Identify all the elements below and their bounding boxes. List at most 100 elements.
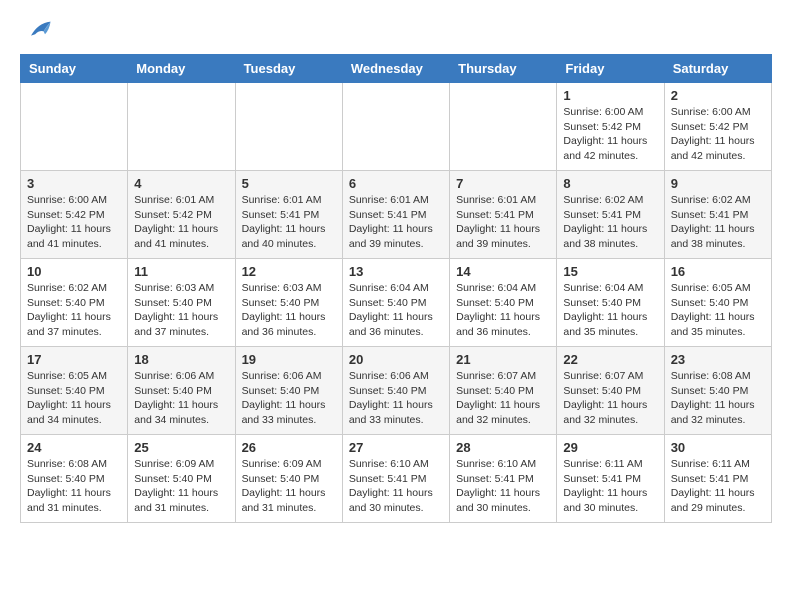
day-number: 21 — [456, 352, 550, 367]
day-of-week-header: Tuesday — [235, 55, 342, 83]
calendar-cell: 28 Sunrise: 6:10 AMSunset: 5:41 PMDayligh… — [450, 435, 557, 523]
day-info: Sunrise: 6:01 AMSunset: 5:41 PMDaylight:… — [456, 193, 550, 252]
calendar-cell: 30Sunrise: 6:11 AMSunset: 5:41 PMDayligh… — [664, 435, 771, 523]
calendar-cell — [21, 83, 128, 171]
day-number: 8 — [563, 176, 657, 191]
calendar-cell: 13Sunrise: 6:04 AMSunset: 5:40 PMDayligh… — [342, 259, 449, 347]
day-of-week-header: Wednesday — [342, 55, 449, 83]
calendar-cell: 19 Sunrise: 6:06 AMSunset: 5:40 PMDayligh… — [235, 347, 342, 435]
day-number: 17 — [27, 352, 121, 367]
header — [20, 16, 772, 44]
day-number: 1 — [563, 88, 657, 103]
day-info: Sunrise: 6:06 AMSunset: 5:40 PMDaylight:… — [134, 369, 228, 428]
day-number: 5 — [242, 176, 336, 191]
day-info: Sunrise: 6:02 AMSunset: 5:41 PMDaylight:… — [563, 193, 657, 252]
day-number: 29 — [563, 440, 657, 455]
day-number: 6 — [349, 176, 443, 191]
day-info: Sunrise: 6:06 AMSunset: 5:40 PMDaylight:… — [242, 369, 336, 428]
day-number: 7 — [456, 176, 550, 191]
day-info: Sunrise: 6:05 AMSunset: 5:40 PMDaylight:… — [27, 369, 121, 428]
calendar-cell: 8 Sunrise: 6:02 AMSunset: 5:41 PMDaylight… — [557, 171, 664, 259]
calendar-cell: 4 Sunrise: 6:01 AMSunset: 5:42 PMDaylight… — [128, 171, 235, 259]
day-info: Sunrise: 6:09 AMSunset: 5:40 PMDaylight:… — [242, 457, 336, 516]
day-of-week-header: Thursday — [450, 55, 557, 83]
day-of-week-header: Saturday — [664, 55, 771, 83]
calendar-cell: 27 Sunrise: 6:10 AMSunset: 5:41 PMDayligh… — [342, 435, 449, 523]
calendar-cell: 9 Sunrise: 6:02 AMSunset: 5:41 PMDaylight… — [664, 171, 771, 259]
day-number: 27 — [349, 440, 443, 455]
calendar-cell: 23 Sunrise: 6:08 AMSunset: 5:40 PMDayligh… — [664, 347, 771, 435]
day-number: 30 — [671, 440, 765, 455]
day-info: Sunrise: 6:06 AMSunset: 5:40 PMDaylight:… — [349, 369, 443, 428]
calendar-cell: 2Sunrise: 6:00 AMSunset: 5:42 PMDaylight… — [664, 83, 771, 171]
day-info: Sunrise: 6:05 AMSunset: 5:40 PMDaylight:… — [671, 281, 765, 340]
calendar-cell: 24Sunrise: 6:08 AMSunset: 5:40 PMDayligh… — [21, 435, 128, 523]
bird-icon — [24, 16, 52, 44]
calendar-cell: 12 Sunrise: 6:03 AMSunset: 5:40 PMDayligh… — [235, 259, 342, 347]
day-number: 12 — [242, 264, 336, 279]
day-number: 9 — [671, 176, 765, 191]
day-number: 19 — [242, 352, 336, 367]
day-number: 14 — [456, 264, 550, 279]
day-number: 18 — [134, 352, 228, 367]
calendar-cell — [235, 83, 342, 171]
day-info: Sunrise: 6:04 AMSunset: 5:40 PMDaylight:… — [563, 281, 657, 340]
page: SundayMondayTuesdayWednesdayThursdayFrid… — [0, 0, 792, 539]
calendar-cell: 16 Sunrise: 6:05 AMSunset: 5:40 PMDayligh… — [664, 259, 771, 347]
calendar-week-row: 3Sunrise: 6:00 AMSunset: 5:42 PMDaylight… — [21, 171, 772, 259]
calendar-cell: 29 Sunrise: 6:11 AMSunset: 5:41 PMDayligh… — [557, 435, 664, 523]
day-of-week-header: Sunday — [21, 55, 128, 83]
day-of-week-header: Monday — [128, 55, 235, 83]
day-number: 16 — [671, 264, 765, 279]
calendar-cell: 1Sunrise: 6:00 AMSunset: 5:42 PMDaylight… — [557, 83, 664, 171]
calendar-cell: 10 Sunrise: 6:02 AMSunset: 5:40 PMDayligh… — [21, 259, 128, 347]
calendar-week-row: 10 Sunrise: 6:02 AMSunset: 5:40 PMDayligh… — [21, 259, 772, 347]
day-number: 26 — [242, 440, 336, 455]
day-info: Sunrise: 6:01 AMSunset: 5:42 PMDaylight:… — [134, 193, 228, 252]
calendar-cell: 17 Sunrise: 6:05 AMSunset: 5:40 PMDayligh… — [21, 347, 128, 435]
day-info: Sunrise: 6:10 AMSunset: 5:41 PMDaylight:… — [349, 457, 443, 516]
day-info: Sunrise: 6:10 AMSunset: 5:41 PMDaylight:… — [456, 457, 550, 516]
day-number: 25 — [134, 440, 228, 455]
calendar-cell — [128, 83, 235, 171]
calendar-cell: 11Sunrise: 6:03 AMSunset: 5:40 PMDayligh… — [128, 259, 235, 347]
day-info: Sunrise: 6:03 AMSunset: 5:40 PMDaylight:… — [242, 281, 336, 340]
day-number: 28 — [456, 440, 550, 455]
calendar-week-row: 24Sunrise: 6:08 AMSunset: 5:40 PMDayligh… — [21, 435, 772, 523]
day-info: Sunrise: 6:04 AMSunset: 5:40 PMDaylight:… — [349, 281, 443, 340]
day-number: 23 — [671, 352, 765, 367]
day-number: 3 — [27, 176, 121, 191]
calendar-cell: 22 Sunrise: 6:07 AMSunset: 5:40 PMDayligh… — [557, 347, 664, 435]
day-number: 4 — [134, 176, 228, 191]
day-info: Sunrise: 6:01 AMSunset: 5:41 PMDaylight:… — [242, 193, 336, 252]
day-info: Sunrise: 6:00 AMSunset: 5:42 PMDaylight:… — [671, 105, 765, 164]
calendar-cell: 25 Sunrise: 6:09 AMSunset: 5:40 PMDayligh… — [128, 435, 235, 523]
day-info: Sunrise: 6:02 AMSunset: 5:41 PMDaylight:… — [671, 193, 765, 252]
calendar-cell: 3Sunrise: 6:00 AMSunset: 5:42 PMDaylight… — [21, 171, 128, 259]
calendar-cell: 5 Sunrise: 6:01 AMSunset: 5:41 PMDaylight… — [235, 171, 342, 259]
day-number: 10 — [27, 264, 121, 279]
calendar-cell: 7 Sunrise: 6:01 AMSunset: 5:41 PMDaylight… — [450, 171, 557, 259]
calendar-cell — [450, 83, 557, 171]
logo — [20, 16, 52, 44]
calendar-cell: 26 Sunrise: 6:09 AMSunset: 5:40 PMDayligh… — [235, 435, 342, 523]
day-info: Sunrise: 6:07 AMSunset: 5:40 PMDaylight:… — [456, 369, 550, 428]
calendar-cell: 14Sunrise: 6:04 AMSunset: 5:40 PMDayligh… — [450, 259, 557, 347]
calendar-cell — [342, 83, 449, 171]
day-info: Sunrise: 6:08 AMSunset: 5:40 PMDaylight:… — [27, 457, 121, 516]
day-info: Sunrise: 6:11 AMSunset: 5:41 PMDaylight:… — [563, 457, 657, 516]
calendar-week-row: 17 Sunrise: 6:05 AMSunset: 5:40 PMDayligh… — [21, 347, 772, 435]
day-info: Sunrise: 6:02 AMSunset: 5:40 PMDaylight:… — [27, 281, 121, 340]
calendar-week-row: 1 Sunrise: 6:00 AMSunset: 5:42 PMDaylight… — [21, 83, 772, 171]
calendar-cell: 15Sunrise: 6:04 AMSunset: 5:40 PMDayligh… — [557, 259, 664, 347]
calendar: SundayMondayTuesdayWednesdayThursdayFrid… — [20, 54, 772, 523]
day-number: 20 — [349, 352, 443, 367]
day-info: Sunrise: 6:09 AMSunset: 5:40 PMDaylight:… — [134, 457, 228, 516]
calendar-cell: 20 Sunrise: 6:06 AMSunset: 5:40 PMDayligh… — [342, 347, 449, 435]
day-info: Sunrise: 6:08 AMSunset: 5:40 PMDaylight:… — [671, 369, 765, 428]
calendar-cell: 6Sunrise: 6:01 AMSunset: 5:41 PMDaylight… — [342, 171, 449, 259]
day-number: 22 — [563, 352, 657, 367]
calendar-header-row: SundayMondayTuesdayWednesdayThursdayFrid… — [21, 55, 772, 83]
day-of-week-header: Friday — [557, 55, 664, 83]
day-info: Sunrise: 6:07 AMSunset: 5:40 PMDaylight:… — [563, 369, 657, 428]
